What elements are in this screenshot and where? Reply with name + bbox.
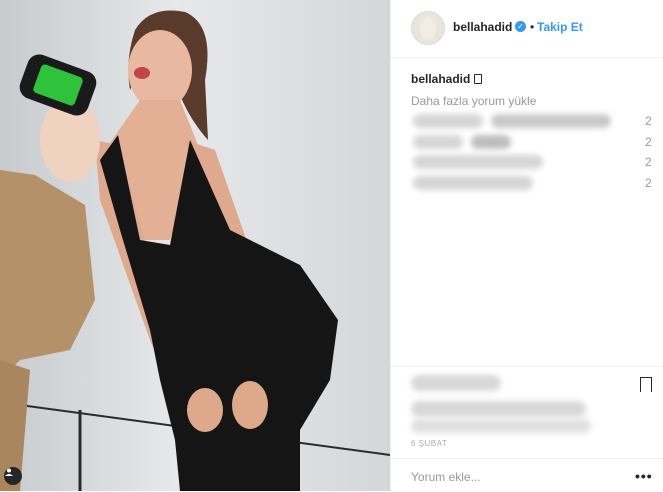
follow-button[interactable]: Takip Et [537,20,583,34]
phone-emoji-icon [474,74,483,84]
post-side-panel: bellahadid ✓ • Takip Et bellahadid Daha … [390,0,663,491]
caption-username[interactable]: bellahadid [411,72,470,86]
user-tag-icon[interactable] [4,467,22,485]
separator-dot: • [530,20,535,34]
comment-bar: ••• [391,458,663,492]
post-header: bellahadid ✓ • Takip Et [391,0,663,58]
comment-time: 2 [645,176,652,190]
comment-time: 2 [645,114,652,128]
post-date: 6 ŞUBAT [411,439,448,448]
post-actions: 6 ŞUBAT [391,366,663,448]
photo-illustration [0,0,390,491]
avatar[interactable] [411,11,445,45]
comment-input[interactable] [409,467,623,487]
verified-badge-icon: ✓ [515,21,526,32]
bookmark-icon[interactable] [640,377,652,392]
likes-blurred-2 [411,419,591,433]
more-options-icon[interactable]: ••• [635,468,653,484]
action-icons-blurred[interactable] [411,375,501,391]
header-username[interactable]: bellahadid [453,20,512,34]
post-photo[interactable] [0,0,390,491]
comment-time: 2 [645,155,652,169]
load-more-comments-link[interactable]: Daha fazla yorum yükle [411,94,536,108]
caption: bellahadid [411,72,483,86]
comment-time: 2 [645,135,652,149]
likes-blurred [411,401,586,417]
